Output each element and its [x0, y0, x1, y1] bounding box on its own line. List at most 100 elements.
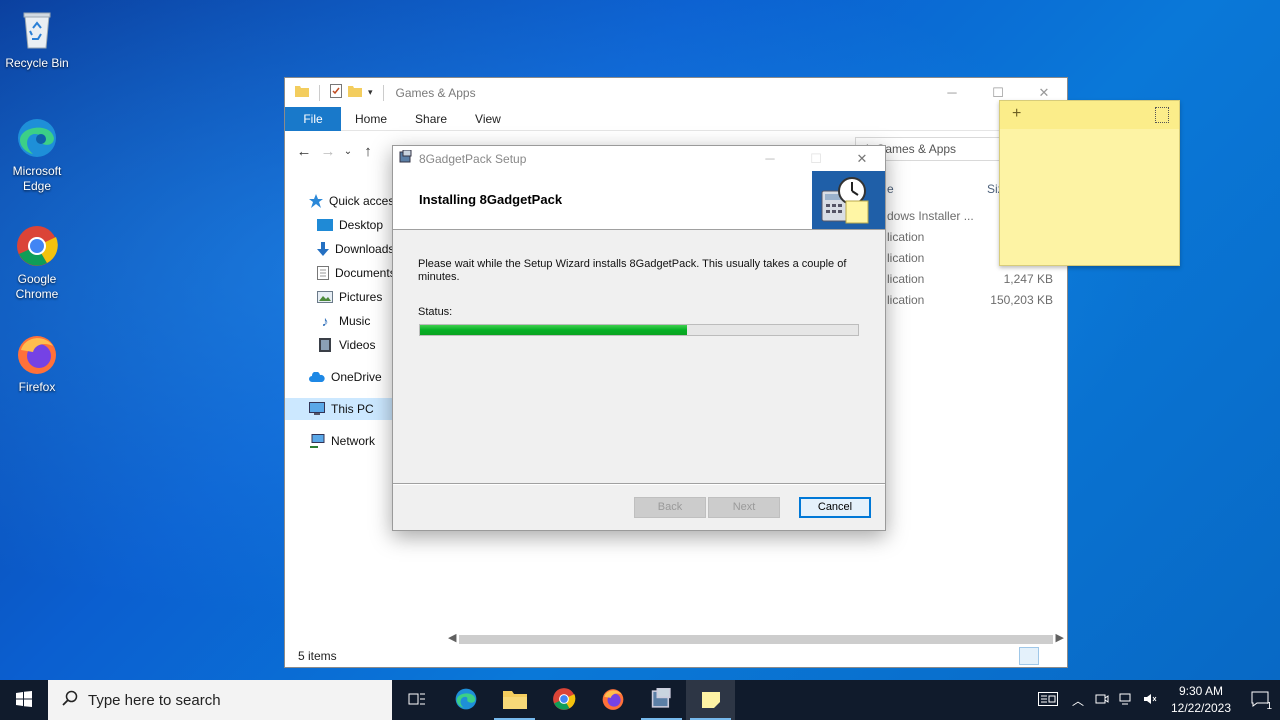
- clock[interactable]: 9:30 AM 12/22/2023: [1162, 683, 1240, 717]
- network-icon[interactable]: [1114, 693, 1138, 708]
- scrollbar-thumb[interactable]: [459, 635, 1053, 644]
- nav-network[interactable]: Network: [285, 430, 393, 452]
- nav-videos[interactable]: Videos: [285, 334, 393, 356]
- desktop-icon-label: Firefox: [18, 380, 56, 394]
- nav-music[interactable]: ♪ Music: [285, 310, 393, 332]
- column-header-type[interactable]: e: [887, 182, 894, 196]
- dialog-titlebar: 8GadgetPack Setup ─ ☐ ✕: [393, 146, 885, 171]
- taskbar-setup[interactable]: [637, 680, 686, 720]
- status-label: Status:: [418, 306, 453, 318]
- close-button[interactable]: ✕: [839, 146, 885, 171]
- desktop-icon-firefox[interactable]: Firefox: [2, 332, 72, 395]
- chrome-icon: [552, 687, 576, 714]
- scroll-left-icon[interactable]: ◀: [448, 631, 456, 644]
- new-folder-icon[interactable]: [348, 85, 362, 100]
- start-button[interactable]: [0, 680, 48, 720]
- clock-date: 12/22/2023: [1170, 701, 1232, 715]
- music-icon: ♪: [321, 313, 329, 329]
- next-button[interactable]: Next: [708, 497, 780, 518]
- navigation-pane: Quick access Desktop Downloads Documents…: [285, 182, 393, 642]
- notification-center-icon[interactable]: 1: [1240, 691, 1280, 712]
- nav-this-pc[interactable]: This PC: [285, 398, 393, 420]
- up-arrow-icon[interactable]: ↑: [356, 143, 380, 160]
- document-icon: [317, 265, 329, 281]
- installer-icon: [651, 686, 673, 713]
- windows-logo-icon: [16, 690, 32, 710]
- taskbar-edge[interactable]: [441, 680, 490, 720]
- network-icon: [309, 433, 325, 449]
- dialog-banner: Installing 8GadgetPack: [393, 171, 885, 230]
- search-placeholder: Type here to search: [88, 691, 221, 709]
- nav-onedrive[interactable]: OneDrive: [285, 366, 393, 388]
- sticky-note[interactable]: +: [999, 100, 1180, 266]
- sticky-note-header: +: [1000, 101, 1179, 129]
- install-progress-bar: [419, 324, 859, 336]
- progress-fill: [420, 325, 688, 335]
- star-icon: [309, 193, 323, 209]
- tab-view[interactable]: View: [461, 107, 515, 131]
- taskbar-search-box[interactable]: Type here to search: [48, 680, 392, 720]
- maximize-button: ☐: [810, 150, 822, 166]
- desktop-icon-label: Google Chrome: [15, 272, 59, 301]
- task-view-button[interactable]: [392, 680, 441, 720]
- properties-icon[interactable]: [330, 84, 342, 101]
- back-arrow-icon[interactable]: ←: [292, 143, 316, 160]
- search-icon: [62, 690, 78, 710]
- details-view-icon[interactable]: [1019, 647, 1039, 665]
- dialog-body: Please wait while the Setup Wizard insta…: [393, 230, 885, 482]
- nav-desktop[interactable]: Desktop: [285, 214, 393, 236]
- nav-downloads[interactable]: Downloads: [285, 238, 393, 260]
- edge-icon: [15, 116, 59, 160]
- nav-documents[interactable]: Documents: [285, 262, 393, 284]
- desktop-folder-icon: [317, 217, 333, 233]
- forward-arrow-icon[interactable]: →: [316, 143, 340, 160]
- gadget-pack-logo-icon: [812, 171, 885, 229]
- minimize-button[interactable]: ─: [929, 78, 975, 107]
- tab-home[interactable]: Home: [341, 107, 401, 131]
- add-note-button[interactable]: +: [1012, 105, 1021, 123]
- minimize-button[interactable]: ─: [747, 146, 793, 171]
- taskbar-firefox[interactable]: [588, 680, 637, 720]
- download-icon: [317, 241, 329, 257]
- desktop-icon-recycle-bin[interactable]: Recycle Bin: [2, 8, 72, 71]
- item-count: 5 items: [298, 649, 337, 663]
- task-view-icon: [408, 691, 426, 710]
- ribbon-tabs: File Home Share View: [285, 106, 1067, 131]
- sticky-menu-button[interactable]: [1155, 107, 1169, 123]
- window-title: Games & Apps: [395, 85, 476, 100]
- chevron-down-icon[interactable]: ▾: [368, 87, 373, 98]
- sticky-notes-icon: [700, 690, 722, 711]
- dialog-title: 8GadgetPack Setup: [419, 151, 527, 166]
- system-tray: ︿ 9:30 AM 12/22/2023 1: [1030, 680, 1280, 720]
- notification-count: 1: [1266, 700, 1272, 712]
- taskbar-file-explorer[interactable]: [490, 680, 539, 720]
- tab-file[interactable]: File: [285, 106, 341, 131]
- taskbar-chrome[interactable]: [539, 680, 588, 720]
- recent-locations-icon[interactable]: ⌄: [340, 146, 356, 157]
- large-icons-view-icon[interactable]: [1041, 647, 1061, 665]
- back-button[interactable]: Back: [634, 497, 706, 518]
- computer-icon: [309, 401, 325, 417]
- tab-share[interactable]: Share: [401, 107, 461, 131]
- desktop-icon-label: Microsoft Edge: [12, 164, 62, 193]
- meet-now-icon[interactable]: [1090, 693, 1114, 708]
- pictures-icon: [317, 289, 333, 305]
- desktop-icon-label: Recycle Bin: [5, 56, 69, 70]
- desktop-icon-edge[interactable]: Microsoft Edge: [2, 116, 72, 194]
- nav-quick-access[interactable]: Quick access: [285, 190, 393, 212]
- cancel-button[interactable]: Cancel: [799, 497, 871, 518]
- firefox-icon: [15, 332, 59, 376]
- recycle-bin-icon: [15, 8, 59, 52]
- firefox-icon: [601, 687, 625, 714]
- taskbar: Type here to search ︿ 9:30 AM 12/22/2023…: [0, 680, 1280, 720]
- dialog-description: Please wait while the Setup Wizard insta…: [418, 258, 847, 283]
- volume-icon[interactable]: [1138, 693, 1162, 708]
- chevron-up-icon[interactable]: ︿: [1066, 692, 1090, 709]
- nav-pictures[interactable]: Pictures: [285, 286, 393, 308]
- clock-time: 9:30 AM: [1178, 684, 1224, 698]
- desktop-icon-chrome[interactable]: Google Chrome: [2, 224, 72, 302]
- news-widget-icon[interactable]: [1030, 691, 1066, 709]
- explorer-titlebar: ▾ Games & Apps ─ ☐ ✕: [285, 78, 1067, 107]
- taskbar-sticky-notes[interactable]: [686, 680, 735, 720]
- scroll-right-icon[interactable]: ▶: [1056, 631, 1064, 644]
